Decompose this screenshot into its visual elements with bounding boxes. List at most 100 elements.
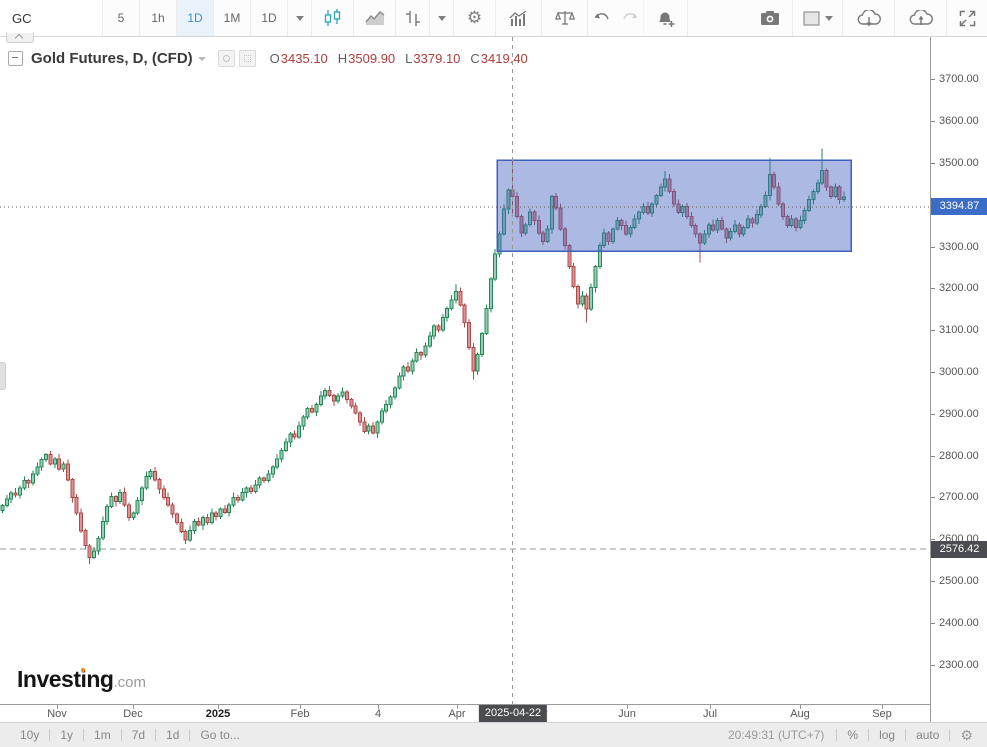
axis-settings-button[interactable]: ⚙ <box>950 727 977 744</box>
legend-collapse-icon[interactable] <box>8 51 23 66</box>
price-axis[interactable]: 3700.003600.003500.003400.003300.003200.… <box>930 37 987 722</box>
drawing-toolbar-handle[interactable] <box>0 362 6 390</box>
candle-body <box>61 463 66 470</box>
candle-body <box>432 325 437 337</box>
screenshot-button[interactable] <box>747 0 793 36</box>
candle-body <box>92 550 97 558</box>
candlestick-style-button[interactable] <box>312 0 354 36</box>
crosshair-date-badge: 2025-04-22 <box>478 705 548 722</box>
candle-body <box>484 307 489 334</box>
drawing-toolbar-collapse-tab[interactable] <box>6 33 34 43</box>
range-7d-button[interactable]: 7d <box>122 728 155 742</box>
candle-body <box>314 404 319 413</box>
candle-body <box>201 516 206 526</box>
symbol-input[interactable]: GC <box>0 0 103 36</box>
range-1d-button[interactable]: 1d <box>156 728 189 742</box>
candle-body <box>371 425 376 434</box>
selection-box-drawing[interactable] <box>496 159 852 252</box>
interval-1m-button[interactable]: 1M <box>214 0 251 36</box>
legend-title[interactable]: Gold Futures, D, (CFD) <box>31 50 193 67</box>
ohlc-style-button[interactable] <box>396 0 430 36</box>
candle-body <box>275 458 280 468</box>
candle-body <box>244 487 249 493</box>
candle-body <box>166 496 171 506</box>
candle-body <box>179 521 184 533</box>
legend-settings-icon[interactable] <box>238 50 256 67</box>
fullscreen-button[interactable] <box>947 0 987 36</box>
chevron-up-icon <box>14 33 24 43</box>
candle-body <box>344 391 349 400</box>
candle-body <box>296 425 301 438</box>
candle-body <box>135 500 140 514</box>
candle-body <box>323 389 328 397</box>
layout-button[interactable] <box>793 0 843 36</box>
high-value: 3509.90 <box>348 51 396 66</box>
goto-button[interactable]: Go to... <box>190 728 249 742</box>
chevron-down-icon[interactable] <box>197 56 206 61</box>
price-tick: 3500.00 <box>931 157 987 169</box>
indicators-button[interactable] <box>496 0 542 36</box>
save-chart-button[interactable] <box>895 0 947 36</box>
time-tick-label: Apr <box>448 708 466 720</box>
time-tick-label: 2025 <box>205 708 231 720</box>
candle-body <box>471 347 476 372</box>
candle-body <box>353 405 358 414</box>
candle-body <box>423 345 428 356</box>
open-value: 3435.10 <box>280 51 328 66</box>
range-1m-button[interactable]: 1m <box>84 728 121 742</box>
candle-body <box>35 466 40 475</box>
candle-body <box>39 459 44 468</box>
redo-button[interactable] <box>616 0 644 36</box>
fullscreen-icon <box>959 10 975 26</box>
investing-watermark: Investing.com <box>17 666 146 692</box>
price-tick-label: 3700.00 <box>939 73 979 86</box>
style-dropdown-button[interactable] <box>430 0 454 36</box>
auto-scale-button[interactable]: auto <box>906 728 949 742</box>
price-tick-label: 2800.00 <box>939 449 979 462</box>
price-tick-label: 3300.00 <box>939 240 979 253</box>
candle-body <box>589 287 594 310</box>
area-style-button[interactable] <box>354 0 396 36</box>
candle-body <box>78 512 83 532</box>
alerts-button[interactable] <box>644 0 688 36</box>
interval-dropdown-button[interactable] <box>288 0 312 36</box>
candle-body <box>292 433 297 438</box>
undo-button[interactable] <box>588 0 616 36</box>
chevron-down-icon <box>295 15 304 21</box>
time-tick-label: 4 <box>374 708 382 720</box>
candle-body <box>419 352 424 356</box>
chart-settings-button[interactable]: ⚙ <box>454 0 496 36</box>
layout-icon <box>802 10 820 26</box>
candle-body <box>105 506 110 522</box>
time-tick-label: Dec <box>123 708 143 720</box>
candle-body <box>584 295 589 310</box>
interval-1d-button[interactable]: 1D <box>251 0 288 36</box>
legend-eye-icon[interactable] <box>217 50 235 67</box>
percent-scale-button[interactable]: % <box>837 728 868 742</box>
load-chart-button[interactable] <box>843 0 895 36</box>
candle-body <box>362 421 367 432</box>
interval-1d-button-selected[interactable]: 1D <box>177 0 214 36</box>
candle-body <box>196 521 201 526</box>
interval-1h-button[interactable]: 1h <box>140 0 177 36</box>
price-tick: 2500.00 <box>931 575 987 587</box>
candle-body <box>87 545 92 558</box>
candle-body <box>131 512 136 518</box>
compare-button[interactable] <box>542 0 588 36</box>
candle-body <box>144 475 149 489</box>
interval-5-button[interactable]: 5 <box>103 0 140 36</box>
time-axis[interactable]: NovDec2025Feb4AprMayJunJulAugSep2025-04-… <box>0 704 930 722</box>
log-scale-button[interactable]: log <box>869 728 905 742</box>
range-10y-button[interactable]: 10y <box>10 728 49 742</box>
candle-body <box>222 508 227 513</box>
candle-body <box>410 360 415 372</box>
range-1y-button[interactable]: 1y <box>50 728 83 742</box>
candle-body <box>401 366 406 377</box>
candle-body <box>26 480 31 484</box>
candle-body <box>449 299 454 309</box>
candle-body <box>44 454 49 461</box>
settings-gear-icon: ⚙ <box>960 726 973 743</box>
chart-canvas[interactable] <box>0 37 930 704</box>
candle-body <box>467 322 472 349</box>
candle-body <box>153 470 158 481</box>
